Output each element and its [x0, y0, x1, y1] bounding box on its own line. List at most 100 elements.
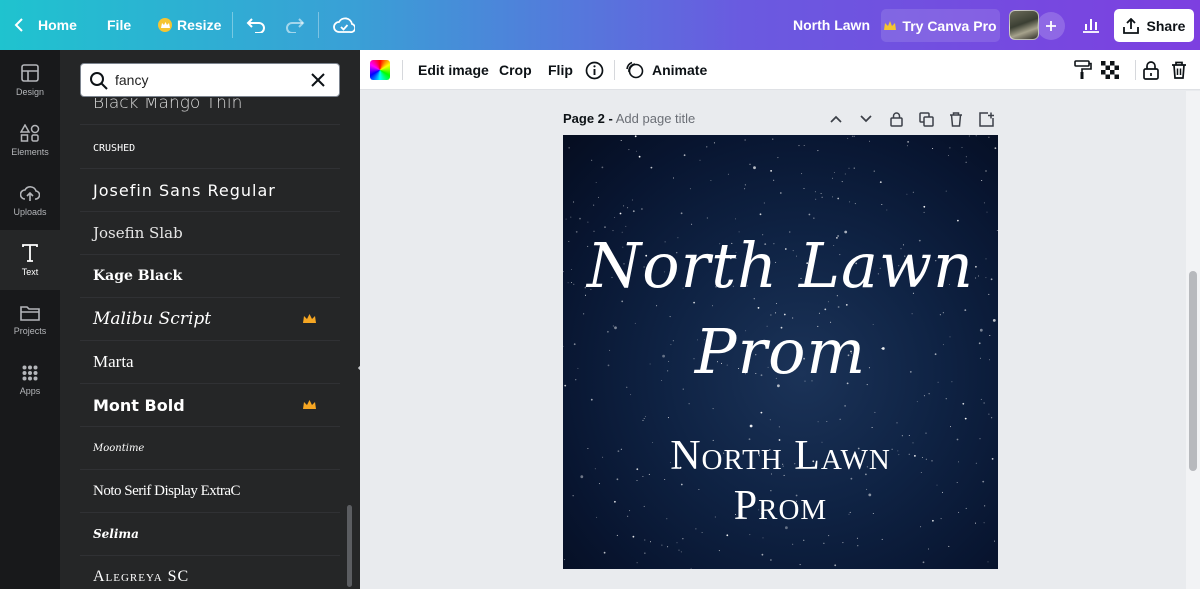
chevron-down-icon[interactable] — [856, 109, 876, 129]
page-title-input[interactable]: Add page title — [616, 111, 696, 126]
add-page-icon[interactable] — [976, 109, 996, 129]
title-line: North Lawn — [587, 229, 974, 302]
font-search — [80, 63, 340, 97]
delete-button[interactable] — [1171, 50, 1187, 90]
chevron-up-icon[interactable] — [826, 109, 846, 129]
copy-style-button[interactable] — [1074, 50, 1092, 90]
search-input[interactable] — [115, 64, 305, 96]
resize-button[interactable]: Resize — [158, 0, 221, 50]
font-list-item[interactable]: Selima — [80, 513, 340, 556]
divider — [402, 60, 403, 80]
trash-icon — [1172, 61, 1186, 79]
page-header: Page 2 - Add page title — [563, 111, 695, 126]
crop-button[interactable]: Crop — [499, 50, 532, 90]
font-name: Josefin Sans Regular — [93, 180, 276, 200]
font-list-item[interactable]: Moontime — [80, 427, 340, 470]
upload-icon — [20, 185, 40, 201]
panel-scrollbar[interactable] — [347, 505, 352, 587]
design-icon — [21, 63, 39, 82]
font-list-item[interactable]: Alegreya SC — [80, 556, 340, 589]
try-pro-label: Try Canva Pro — [902, 17, 997, 34]
rail-item-elements[interactable]: Elements — [0, 110, 60, 170]
rail-label: Projects — [13, 325, 47, 336]
delete-page-icon[interactable] — [946, 109, 966, 129]
design-title[interactable]: North Lawn — [793, 0, 870, 50]
crown-icon — [884, 20, 897, 30]
canvas-scrollbar[interactable] — [1186, 91, 1200, 589]
duplicate-page-icon[interactable] — [916, 109, 936, 129]
upload-icon — [1122, 17, 1139, 34]
crop-label: Crop — [499, 62, 532, 78]
side-nav: Design Elements Uploads Text Projects Ap… — [0, 50, 60, 589]
context-toolbar: Edit image Crop Flip Animate — [360, 50, 1200, 90]
font-list-item[interactable]: Marta — [80, 341, 340, 384]
text-icon — [22, 243, 38, 262]
font-list-item[interactable]: Malibu Script — [80, 298, 340, 341]
title-text-box[interactable]: North Lawn Prom — [563, 223, 998, 395]
font-name: Moontime — [93, 442, 145, 454]
lock-button[interactable] — [1143, 50, 1159, 90]
insights-icon[interactable] — [1079, 13, 1103, 37]
crown-icon — [303, 314, 316, 323]
divider — [318, 12, 319, 38]
font-list-item[interactable]: Crushed — [80, 126, 340, 169]
home-button[interactable]: Home — [14, 0, 77, 50]
rail-item-design[interactable]: Design — [0, 50, 60, 110]
share-button[interactable]: Share — [1114, 9, 1194, 42]
font-list-item[interactable]: Josefin Slab — [80, 212, 340, 255]
resize-label: Resize — [177, 17, 222, 33]
font-list-item[interactable]: Kage Black — [80, 255, 340, 298]
font-list: Black Mango Thin Crushed Josefin Sans Re… — [80, 98, 340, 589]
flip-button[interactable]: Flip — [548, 50, 573, 90]
rail-label: Elements — [11, 146, 49, 157]
add-collaborator-button[interactable] — [1037, 12, 1065, 40]
font-list-item[interactable]: Black Mango Thin — [80, 98, 340, 125]
font-name: Josefin Slab — [93, 224, 183, 242]
font-name: Crushed — [93, 139, 136, 155]
top-bar: Home File Resize North Lawn Try Canva Pr… — [0, 0, 1200, 50]
undo-icon[interactable] — [244, 13, 268, 37]
folder-icon — [20, 305, 40, 321]
share-label: Share — [1146, 17, 1186, 34]
chevron-left-icon — [14, 18, 23, 32]
rail-label: Uploads — [13, 206, 47, 217]
cloud-saved-icon[interactable] — [332, 13, 356, 37]
font-list-item[interactable]: Noto Serif Display ExtraC — [80, 470, 340, 513]
font-list-item[interactable]: Josefin Sans Regular — [80, 169, 340, 212]
rail-item-projects[interactable]: Projects — [0, 290, 60, 350]
transparency-button[interactable] — [1101, 50, 1119, 90]
rail-item-text[interactable]: Text — [0, 230, 60, 290]
scrollbar-thumb[interactable] — [1189, 271, 1197, 471]
edit-image-button[interactable]: Edit image — [418, 50, 489, 90]
font-name: Noto Serif Display ExtraC — [93, 482, 241, 499]
color-picker-swatch[interactable] — [370, 60, 390, 80]
crown-icon — [303, 400, 316, 409]
font-list-item[interactable]: Mont Bold — [80, 384, 340, 427]
info-icon — [585, 61, 604, 79]
try-pro-button[interactable]: Try Canva Pro — [881, 9, 1000, 42]
rail-label: Design — [15, 86, 44, 97]
elements-icon — [20, 123, 40, 142]
file-label: File — [107, 17, 132, 33]
subtitle-text-box[interactable]: North Lawn Prom — [563, 431, 998, 531]
redo-icon[interactable] — [283, 13, 307, 37]
avatar[interactable] — [1009, 10, 1039, 40]
font-name: Selima — [93, 527, 139, 541]
canvas-area: Page 2 - Add page title North Lawn Prom … — [360, 91, 1186, 589]
design-page[interactable]: North Lawn Prom North Lawn Prom — [563, 135, 998, 569]
font-name: Black Mango Thin — [93, 98, 243, 113]
rail-label: Apps — [19, 385, 41, 396]
file-menu-button[interactable]: File — [107, 0, 131, 50]
rail-item-apps[interactable]: Apps — [0, 350, 60, 410]
animate-button[interactable]: Animate — [626, 50, 707, 90]
lock-page-icon[interactable] — [886, 109, 906, 129]
close-icon[interactable] — [310, 72, 326, 88]
lock-icon — [1143, 60, 1159, 80]
plus-icon — [1046, 21, 1056, 31]
rail-item-uploads[interactable]: Uploads — [0, 170, 60, 230]
font-name: Kage Black — [93, 268, 183, 284]
info-button[interactable] — [585, 50, 604, 90]
paint-roller-icon — [1074, 60, 1092, 79]
transparency-icon — [1101, 61, 1119, 79]
flip-label: Flip — [548, 62, 573, 78]
